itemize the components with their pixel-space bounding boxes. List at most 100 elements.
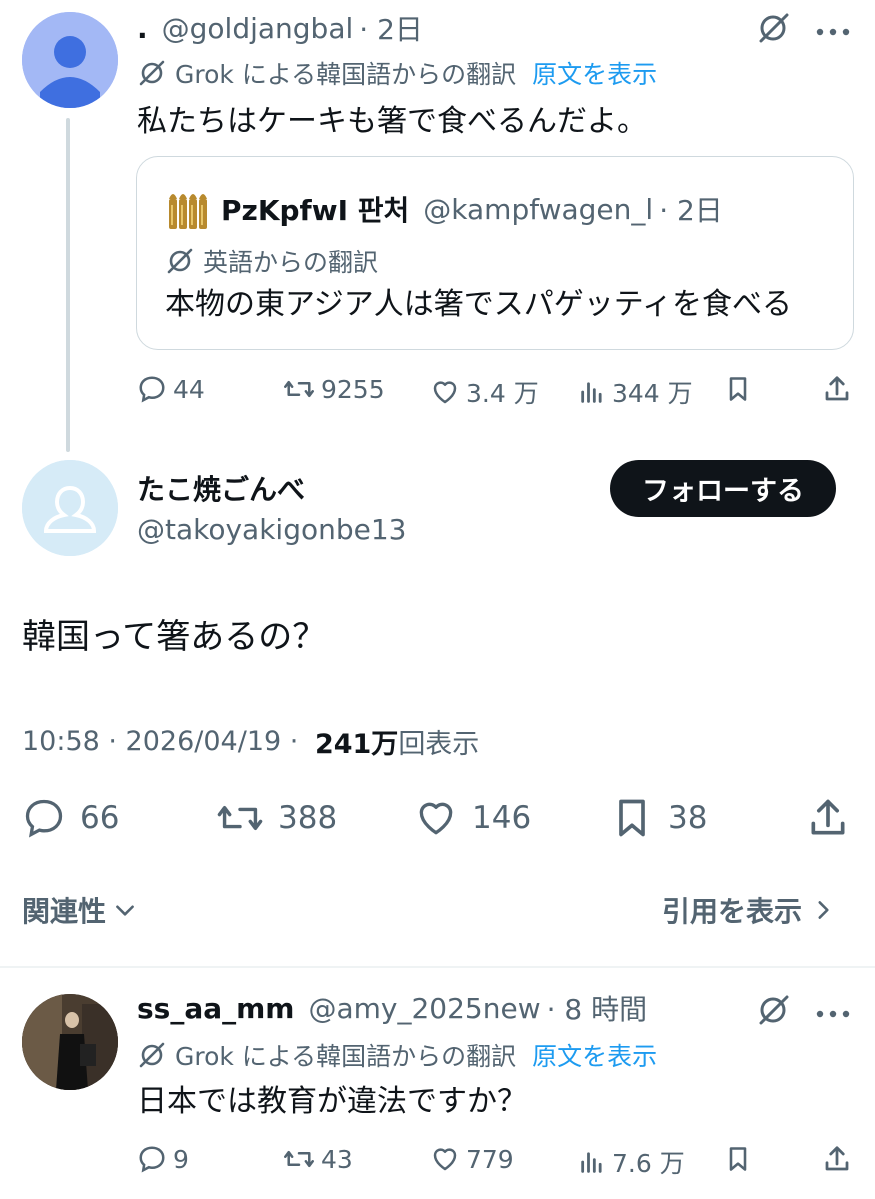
repost-icon xyxy=(217,806,263,830)
reply2-repost-count: 43 xyxy=(321,1144,353,1174)
chevron-down-icon xyxy=(116,905,134,916)
reply2-bookmark-button[interactable] xyxy=(724,1144,758,1174)
reply2-like-count: 779 xyxy=(466,1144,514,1174)
avatar-goldjangbal[interactable] xyxy=(22,12,118,108)
repost-icon xyxy=(284,1150,314,1168)
grok-translate-icon xyxy=(167,248,193,274)
main-repost-count: 388 xyxy=(278,800,338,836)
reply-icon xyxy=(139,1146,165,1173)
like-icon xyxy=(433,1148,457,1171)
reply2-views-count: 7.6 万 xyxy=(612,1149,685,1178)
reply1-text: 私たちはケーキも箸で食べるんだよ。 xyxy=(137,104,647,139)
reply1-translation-label: Grok による韓国語からの翻訳 xyxy=(175,60,517,89)
reply1-time[interactable]: · 2日 xyxy=(359,8,423,48)
grok-icon[interactable] xyxy=(755,992,791,1032)
section-divider xyxy=(0,966,875,968)
main-post-views-count: 241万 xyxy=(314,729,399,760)
reply2-header: ss_aa_mm @amy_2025new · 8 時間 xyxy=(137,988,648,1028)
reply2-handle[interactable]: @amy_2025new xyxy=(308,992,540,1025)
main-reply-button[interactable]: 66 xyxy=(22,796,119,840)
sort-dropdown[interactable]: 関連性 xyxy=(22,890,138,930)
reply2-display-name[interactable]: ss_aa_mm xyxy=(137,992,294,1025)
reply1-views-button[interactable]: 344 万 xyxy=(578,374,693,410)
reply2-views-button[interactable]: 7.6 万 xyxy=(578,1144,685,1180)
bookmark-icon xyxy=(729,377,747,401)
reply2-text: 日本では教育が違法ですか？ xyxy=(137,1084,527,1119)
reply1-actions: 44 9255 3.4 万 344 万 xyxy=(0,370,875,410)
chevron-right-icon xyxy=(818,901,829,919)
default-avatar-icon xyxy=(22,12,118,108)
quoted-post-card[interactable]: PzKpfwI 판처 @kampfwagen_l · 2日 英語からの翻訳 本物… xyxy=(136,156,854,350)
reply-icon xyxy=(139,376,165,403)
reply1-translation-bar: Grok による韓国語からの翻訳 原文を表示 xyxy=(137,56,657,90)
main-like-count: 146 xyxy=(472,800,532,836)
main-display-name[interactable]: たこ焼ごんべ xyxy=(137,470,305,506)
quote-header: PzKpfwI 판처 @kampfwagen_l · 2日 xyxy=(221,189,723,229)
views-icon xyxy=(581,1152,602,1173)
share-icon xyxy=(825,376,849,401)
views-icon xyxy=(581,382,602,403)
quote-translation-bar: 英語からの翻訳 xyxy=(165,245,378,277)
reply1-reply-count: 44 xyxy=(173,374,205,404)
main-like-button[interactable]: 146 xyxy=(414,796,531,840)
grok-translate-icon xyxy=(139,60,165,86)
reply1-repost-count: 9255 xyxy=(321,374,385,404)
avatar-takoyakigonbe[interactable] xyxy=(22,460,118,556)
photo-avatar xyxy=(22,994,118,1090)
reply1-show-original-link[interactable]: 原文を表示 xyxy=(532,55,657,91)
reply2-translation-label: Grok による韓国語からの翻訳 xyxy=(175,1042,517,1071)
reply2-show-original-link[interactable]: 原文を表示 xyxy=(532,1037,657,1073)
quote-translation-label: 英語からの翻訳 xyxy=(203,248,379,277)
main-handle[interactable]: @takoyakigonbe13 xyxy=(137,511,407,547)
reply1-like-count: 3.4 万 xyxy=(466,379,539,408)
main-repost-button[interactable]: 388 xyxy=(216,796,337,840)
reply1-views-count: 344 万 xyxy=(612,379,693,408)
show-quotes-link[interactable]: 引用を表示 xyxy=(662,890,836,930)
avatar-ss-aa-mm[interactable] xyxy=(22,994,118,1090)
reply2-share-button[interactable] xyxy=(822,1144,858,1174)
main-bookmark-count: 38 xyxy=(668,800,708,836)
main-reply-count: 66 xyxy=(80,800,120,836)
bookmark-icon xyxy=(729,1147,747,1171)
quote-time: · 2日 xyxy=(659,194,723,227)
share-icon xyxy=(811,799,845,835)
reply1-share-button[interactable] xyxy=(822,374,858,404)
quote-display-name[interactable]: PzKpfwI 판처 xyxy=(221,189,409,229)
reply2-reply-count: 9 xyxy=(173,1144,189,1174)
more-options-icon[interactable] xyxy=(815,22,851,41)
reply2-reply-button[interactable]: 9 xyxy=(137,1144,189,1174)
reply1-reply-button[interactable]: 44 xyxy=(137,374,205,404)
main-post-timestamp[interactable]: 10:58 · 2026/04/19 · xyxy=(22,726,307,757)
main-share-button[interactable] xyxy=(806,796,864,840)
reply1-display-name[interactable]: . xyxy=(137,12,148,45)
reply2-time[interactable]: · 8 時間 xyxy=(547,988,648,1028)
reply1-handle[interactable]: @goldjangbal xyxy=(162,12,354,45)
grok-icon[interactable] xyxy=(755,10,791,50)
reply1-like-button[interactable]: 3.4 万 xyxy=(430,374,539,410)
quote-handle[interactable]: @kampfwagen_l xyxy=(423,193,653,226)
show-quotes-label: 引用を表示 xyxy=(662,895,803,928)
reply2-like-button[interactable]: 779 xyxy=(430,1144,514,1174)
main-post-actions: 66 388 146 38 xyxy=(0,790,875,846)
share-icon xyxy=(825,1146,849,1171)
like-icon xyxy=(419,802,453,835)
more-options-icon[interactable] xyxy=(815,1004,851,1023)
sort-label: 関連性 xyxy=(22,895,107,928)
like-icon xyxy=(433,381,457,404)
main-post-views-label: 回表示 xyxy=(398,729,480,760)
main-post-meta: 10:58 · 2026/04/19 · 241万 回表示 xyxy=(22,722,479,761)
reply2-translation-bar: Grok による韓国語からの翻訳 原文を表示 xyxy=(137,1038,657,1072)
default-profile-icon xyxy=(22,460,118,556)
follow-button[interactable]: フォローする xyxy=(610,460,836,517)
bookmark-icon xyxy=(619,799,645,837)
reply2-repost-button[interactable]: 43 xyxy=(283,1144,353,1174)
repost-icon xyxy=(284,380,314,398)
reply1-header: . @goldjangbal · 2日 xyxy=(137,8,423,48)
grok-translate-icon xyxy=(139,1042,165,1068)
reply2-actions: 9 43 779 7.6 万 xyxy=(0,1140,875,1180)
reply1-bookmark-button[interactable] xyxy=(724,374,758,404)
quote-text: 本物の東アジア人は箸でスパゲッティを食べる xyxy=(165,287,792,322)
main-post-text: 韓国って箸あるの？ xyxy=(22,617,327,657)
main-bookmark-button[interactable]: 38 xyxy=(610,796,707,840)
reply1-repost-button[interactable]: 9255 xyxy=(283,374,385,404)
